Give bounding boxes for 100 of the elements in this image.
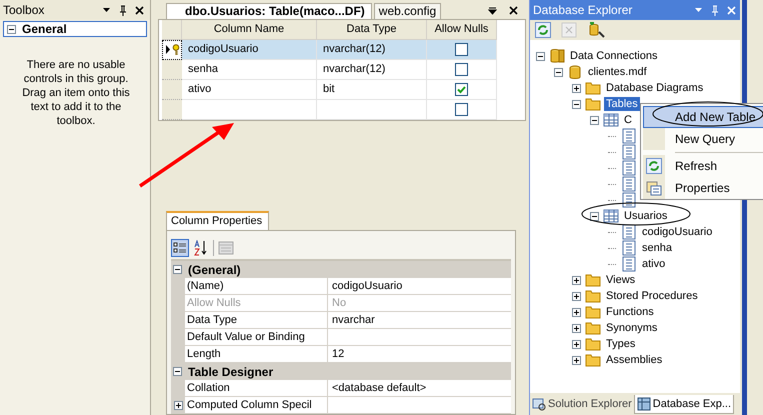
- category-label: (General): [188, 262, 241, 276]
- expand-icon[interactable]: [572, 292, 580, 300]
- column-icon: [621, 128, 637, 144]
- tree-item[interactable]: Types: [604, 337, 638, 351]
- dropdown-icon[interactable]: [488, 6, 497, 14]
- table-cell[interactable]: [182, 100, 317, 120]
- grid-icon: [636, 396, 651, 410]
- column-icon: [621, 240, 637, 256]
- checkbox[interactable]: [455, 63, 468, 76]
- properties-tab[interactable]: Column Properties: [166, 211, 270, 230]
- expand-icon[interactable]: [572, 324, 580, 332]
- expand-icon[interactable]: [572, 84, 580, 92]
- table-cell[interactable]: ativo: [182, 80, 317, 100]
- dropdown-icon[interactable]: [102, 6, 111, 14]
- folder-icon: [585, 304, 601, 320]
- collapse-icon[interactable]: [7, 24, 16, 34]
- menu-item[interactable]: Properties: [643, 177, 763, 199]
- property-name: (Name): [185, 278, 328, 294]
- pin-icon[interactable]: [119, 4, 127, 16]
- checkbox[interactable]: [455, 43, 468, 56]
- tree-item[interactable]: codigoUsuario: [640, 225, 714, 239]
- folder-icon: [585, 96, 601, 112]
- property-name: Length: [185, 346, 328, 362]
- property-value[interactable]: nvarchar: [328, 312, 511, 328]
- pane-title: Database Explorer: [533, 3, 632, 17]
- folder-icon: [585, 352, 601, 368]
- category-label: Table Designer: [188, 364, 274, 378]
- window-magnifier-icon: [532, 397, 546, 411]
- table-cell[interactable]: bit: [317, 80, 427, 100]
- property-value[interactable]: 12: [328, 346, 511, 362]
- panel-tab[interactable]: Solution Explorer: [530, 395, 634, 413]
- expand-icon[interactable]: [174, 400, 182, 410]
- collapse-icon[interactable]: [536, 52, 544, 60]
- table-icon: [603, 112, 619, 128]
- property-value[interactable]: <database default>: [328, 380, 511, 396]
- collapse-icon[interactable]: [590, 116, 598, 124]
- tree-item[interactable]: Tables: [604, 97, 640, 111]
- collapse-icon[interactable]: [173, 367, 182, 376]
- table-cell[interactable]: [317, 100, 427, 120]
- tree-item[interactable]: Synonyms: [604, 321, 660, 335]
- tree-item[interactable]: senha: [640, 241, 674, 255]
- column-icon: [621, 192, 637, 208]
- collapse-icon[interactable]: [173, 265, 182, 274]
- close-icon[interactable]: [135, 6, 144, 14]
- tree-item[interactable]: Functions: [604, 305, 656, 319]
- column-header: Column Name: [182, 20, 317, 40]
- property-name: Computed Column Specil: [185, 397, 328, 413]
- folder-icon: [585, 320, 601, 336]
- database-icon: [567, 64, 583, 80]
- expand-icon[interactable]: [572, 276, 580, 284]
- table-icon: [603, 208, 619, 224]
- menu-item[interactable]: Add New Table: [643, 106, 763, 128]
- checkbox[interactable]: [455, 103, 468, 116]
- row-header[interactable]: [162, 40, 182, 60]
- key-icon: [172, 44, 180, 56]
- add-connection-icon[interactable]: [587, 22, 605, 38]
- expand-icon[interactable]: [572, 356, 580, 364]
- column-header: Allow Nulls: [427, 20, 497, 40]
- folder-icon: [585, 272, 601, 288]
- collapse-icon[interactable]: [554, 68, 562, 76]
- refresh-icon[interactable]: [535, 22, 551, 38]
- column-icon: [621, 256, 637, 272]
- table-cell[interactable]: nvarchar(12): [317, 40, 427, 60]
- property-name: Default Value or Binding: [185, 329, 328, 345]
- tree-item[interactable]: Assemblies: [604, 353, 664, 367]
- table-cell[interactable]: nvarchar(12): [317, 60, 427, 80]
- close-icon[interactable]: [509, 6, 518, 15]
- expand-icon[interactable]: [572, 308, 580, 316]
- toolbox-group-header[interactable]: General: [3, 21, 147, 37]
- document-tab[interactable]: web.config: [374, 3, 442, 19]
- tree-item[interactable]: Database Diagrams: [604, 81, 706, 95]
- column-icon: [621, 160, 637, 176]
- tree-item[interactable]: Data Connections: [568, 49, 660, 63]
- current-row-icon: [164, 45, 170, 54]
- categorized-icon[interactable]: [171, 239, 189, 257]
- column-icon: [621, 224, 637, 240]
- folder-icon: [585, 80, 601, 96]
- collapse-icon[interactable]: [572, 100, 580, 108]
- document-tab[interactable]: dbo.Usuarios: Table(maco...DF): [166, 3, 372, 19]
- property-value[interactable]: codigoUsuario: [328, 278, 511, 294]
- column-header: Data Type: [317, 20, 427, 40]
- table-cell[interactable]: codigoUsuario: [182, 40, 317, 60]
- tree-item[interactable]: clientes.mdf: [586, 65, 649, 79]
- group-label: General: [22, 22, 67, 36]
- panel-tab[interactable]: Database Exp...: [634, 394, 734, 414]
- property-name: Collation: [185, 380, 328, 396]
- empty-message: There are no usable controls in this group. Drag an item onto this text to add it to the toolbox.: [21, 58, 131, 128]
- expand-icon[interactable]: [572, 340, 580, 348]
- tree-item[interactable]: Stored Procedures: [604, 289, 700, 303]
- collapse-icon[interactable]: [590, 212, 598, 220]
- menu-item[interactable]: Refresh: [643, 155, 763, 177]
- tree-item[interactable]: ativo: [640, 257, 668, 271]
- folder-icon: [585, 288, 601, 304]
- table-cell[interactable]: senha: [182, 60, 317, 80]
- column-icon: [621, 176, 637, 192]
- sort-alphabetical-icon[interactable]: [193, 240, 209, 256]
- checkbox[interactable]: [455, 83, 468, 96]
- menu-item[interactable]: New Query: [643, 128, 763, 150]
- tree-item[interactable]: C: [622, 113, 634, 127]
- tree-item[interactable]: Views: [604, 273, 638, 287]
